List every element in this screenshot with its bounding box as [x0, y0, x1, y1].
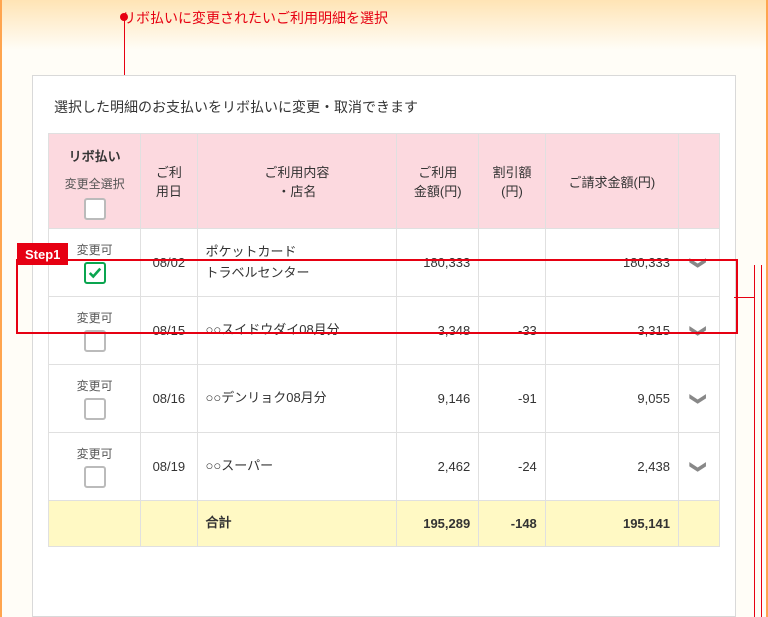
cell-discount: -24 [479, 433, 546, 501]
expand-cell[interactable]: ❯ [678, 229, 719, 297]
row-checkbox[interactable] [84, 398, 106, 420]
step-badge: Step1 [17, 243, 68, 265]
chevron-down-icon: ❯ [689, 256, 709, 269]
change-label: 変更可 [77, 377, 113, 394]
table-row: 変更可 08/02 ポケットカード トラベルセンター 180,333 180,3… [49, 229, 720, 297]
header-revolving-title: リボ払い [69, 142, 121, 169]
expand-cell[interactable]: ❯ [678, 433, 719, 501]
total-empty [141, 501, 197, 547]
statement-table: リボ払い 変更全選択 ご利 用日 ご利用内容 ・店名 ご利用 金額(円) 割引額… [48, 133, 720, 547]
header-revolving: リボ払い 変更全選択 [49, 134, 141, 229]
cell-billed: 180,333 [545, 229, 678, 297]
expand-cell[interactable]: ❯ [678, 365, 719, 433]
expand-cell[interactable]: ❯ [678, 297, 719, 365]
change-cell: 変更可 [49, 433, 141, 501]
table-row: 変更可 08/19 ○○スーパー 2,462 -24 2,438 ❯ [49, 433, 720, 501]
table-row: 変更可 08/16 ○○デンリョク08月分 9,146 -91 9,055 ❯ [49, 365, 720, 433]
chevron-down-icon: ❯ [689, 324, 709, 337]
total-row: 合計 195,289 -148 195,141 [49, 501, 720, 547]
header-billed: ご請求金額(円) [545, 134, 678, 229]
header-expand [678, 134, 719, 229]
header-description: ご利用内容 ・店名 [197, 134, 397, 229]
panel-title: 選択した明細のお支払いをリボ払いに変更・取消できます [48, 91, 720, 133]
row-checkbox[interactable] [84, 330, 106, 352]
change-label: 変更可 [77, 445, 113, 462]
cell-description: ○○スイドウダイ08月分 [197, 297, 397, 365]
cell-billed: 2,438 [545, 433, 678, 501]
change-cell: 変更可 [49, 365, 141, 433]
select-all-label: 変更全選択 [65, 175, 125, 192]
row-checkbox[interactable] [84, 262, 106, 284]
cell-date: 08/15 [141, 297, 197, 365]
cell-discount [479, 229, 546, 297]
cell-date: 08/19 [141, 433, 197, 501]
change-label: 変更可 [77, 241, 113, 258]
cell-description: ○○デンリョク08月分 [197, 365, 397, 433]
cell-date: 08/02 [141, 229, 197, 297]
total-label: 合計 [197, 501, 397, 547]
header-date: ご利 用日 [141, 134, 197, 229]
chevron-down-icon: ❯ [689, 460, 709, 473]
cell-description: ○○スーパー [197, 433, 397, 501]
header-amount: ご利用 金額(円) [397, 134, 479, 229]
table-row: 変更可 08/15 ○○スイドウダイ08月分 3,348 -33 3,315 ❯ [49, 297, 720, 365]
page-background: リボ払いに変更されたいご利用明細を選択 選択した明細のお支払いをリボ払いに変更・… [0, 0, 768, 617]
change-cell: 変更可 [49, 297, 141, 365]
total-amount: 195,289 [397, 501, 479, 547]
total-billed: 195,141 [545, 501, 678, 547]
total-discount: -148 [479, 501, 546, 547]
cell-amount: 3,348 [397, 297, 479, 365]
total-empty [49, 501, 141, 547]
cell-date: 08/16 [141, 365, 197, 433]
annotation-text: リボ払いに変更されたいご利用明細を選択 [122, 8, 388, 28]
cell-discount: -33 [479, 297, 546, 365]
cell-amount: 2,462 [397, 433, 479, 501]
total-empty [678, 501, 719, 547]
header-discount: 割引額 (円) [479, 134, 546, 229]
change-label: 変更可 [77, 309, 113, 326]
cell-amount: 9,146 [397, 365, 479, 433]
row-checkbox[interactable] [84, 466, 106, 488]
cell-billed: 3,315 [545, 297, 678, 365]
select-all-checkbox[interactable] [84, 198, 106, 220]
chevron-down-icon: ❯ [689, 392, 709, 405]
statement-panel: 選択した明細のお支払いをリボ払いに変更・取消できます リボ払い 変更全選択 [32, 75, 736, 617]
cell-description: ポケットカード トラベルセンター [197, 229, 397, 297]
cell-amount: 180,333 [397, 229, 479, 297]
check-icon [88, 266, 102, 280]
right-rail-lines [754, 265, 762, 617]
cell-billed: 9,055 [545, 365, 678, 433]
highlight-connector [734, 297, 755, 298]
cell-discount: -91 [479, 365, 546, 433]
